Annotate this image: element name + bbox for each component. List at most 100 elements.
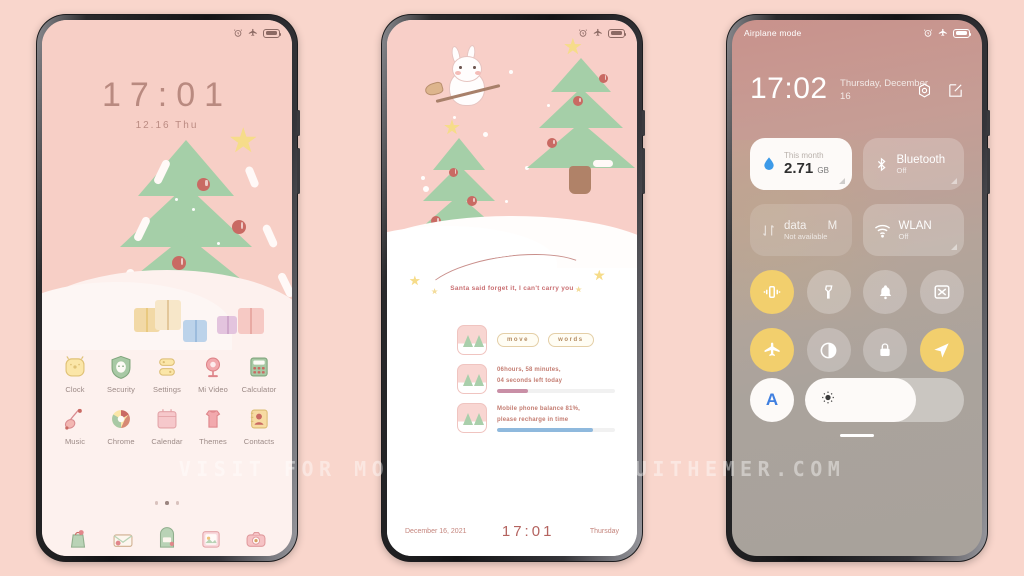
airplane-icon: [764, 342, 780, 356]
ringer-toggle[interactable]: [863, 270, 908, 314]
screenshot-toggle[interactable]: [919, 270, 964, 314]
themes-icon: [200, 406, 226, 432]
alarm-icon: [923, 29, 933, 37]
brightness-slider[interactable]: [805, 378, 964, 422]
bell-icon: [879, 284, 891, 299]
widget-stack: move words 06hours, 58 minutes, 04 secon…: [457, 325, 619, 433]
app-calculator[interactable]: Calculator: [236, 354, 282, 394]
app-themes[interactable]: Themes: [190, 406, 236, 446]
data-arrows-icon: [763, 224, 774, 236]
page-indicator: [42, 501, 292, 505]
app-label: Music: [64, 437, 86, 446]
pill-move[interactable]: move: [497, 333, 540, 347]
screenshot-root: ★ 17:01 12.16 Thu Clock Security Setting…: [0, 0, 1024, 576]
calculator-icon: [246, 354, 272, 380]
phone3-status-bar: Airplane mode: [732, 20, 982, 46]
tiles-row-1: This month 2.71 GB Bluetooth Off: [750, 138, 964, 190]
countdown-line-2: 04 seconds left today: [497, 377, 563, 384]
expand-corner-icon[interactable]: [951, 178, 957, 184]
files-icon: [153, 525, 181, 553]
widget-thumbnail: [457, 364, 487, 394]
vibrate-icon: [763, 286, 781, 298]
app-settings[interactable]: Settings: [144, 354, 190, 394]
mobile-data-title: data: [784, 219, 807, 232]
gift-box: [238, 308, 264, 334]
app-contacts[interactable]: Contacts: [236, 406, 282, 446]
location-toggle[interactable]: [919, 328, 964, 372]
airplane-icon: [248, 28, 257, 36]
dock-camera[interactable]: [242, 525, 270, 553]
gift-box: [155, 300, 181, 330]
broom-head-icon: [423, 80, 445, 98]
app-label: Themes: [199, 437, 227, 446]
wlan-tile[interactable]: WLAN Off: [862, 204, 964, 256]
calendar-icon: [154, 406, 180, 432]
wlan-title: WLAN: [898, 219, 932, 232]
dock-files[interactable]: [153, 525, 181, 553]
phone-device-2: ★ ★ ★ ★ ★ ★ Santa said forget it, I can'…: [381, 14, 645, 562]
bluetooth-tile[interactable]: Bluetooth Off: [862, 138, 964, 190]
gallery-bag-icon: [64, 525, 92, 553]
app-label: Settings: [153, 385, 181, 394]
app-label: Chrome: [107, 437, 135, 446]
dock-photos[interactable]: [197, 525, 225, 553]
widget-thumbnail: [457, 403, 487, 433]
photos-icon: [197, 525, 225, 553]
drag-handle[interactable]: [732, 434, 982, 437]
app-chrome[interactable]: Chrome: [98, 406, 144, 446]
wifi-icon: [874, 224, 890, 238]
battery-icon: [953, 28, 971, 38]
wlan-state: Off: [898, 231, 909, 241]
airplane-toggle[interactable]: [750, 328, 794, 372]
music-icon: [62, 406, 88, 432]
battery-icon: [263, 28, 281, 38]
battery-icon: [608, 28, 626, 38]
security-icon: [108, 354, 134, 380]
edit-icon[interactable]: [947, 82, 964, 104]
settings-gear-icon[interactable]: [916, 82, 933, 104]
vibrate-toggle[interactable]: [750, 270, 794, 314]
camera-icon: [242, 525, 270, 553]
app-label: Calculator: [241, 385, 277, 394]
phone2-status-bar: [387, 20, 637, 46]
countdown-line-1: 06hours, 58 minutes,: [497, 367, 561, 373]
dock-gallery-bag[interactable]: [64, 525, 92, 553]
expand-corner-icon[interactable]: [838, 178, 845, 184]
expand-corner-icon[interactable]: [951, 244, 957, 250]
flashlight-toggle[interactable]: [806, 270, 851, 314]
footer-day: Thursday: [589, 528, 619, 535]
quick-toggles: [750, 270, 964, 372]
dark-mode-toggle[interactable]: [806, 328, 851, 372]
app-label: Security: [107, 385, 135, 394]
page-dot-3[interactable]: [175, 501, 180, 505]
widget-balance[interactable]: Mobile phone balance 81%, please recharg…: [457, 403, 619, 433]
page-dot-1[interactable]: [154, 501, 159, 505]
app-calendar[interactable]: Calendar: [144, 406, 190, 446]
app-label: Calendar: [151, 437, 183, 446]
footer-date: December 16, 2021: [405, 528, 467, 535]
phone1-status-bar: [42, 20, 292, 46]
auto-brightness-button[interactable]: A: [750, 378, 794, 422]
app-mi-video[interactable]: Mi Video: [190, 354, 236, 394]
phone-device-1: ★ 17:01 12.16 Thu Clock Security Setting…: [36, 14, 300, 562]
flashlight-icon: [824, 285, 833, 299]
clock-icon: [62, 354, 88, 380]
brightness-row: A: [750, 378, 964, 422]
settings-icon: [154, 354, 180, 380]
phone2-footer: December 16, 2021 17:01 Thursday: [387, 523, 637, 540]
mobile-data-tile[interactable]: data M Not available: [750, 204, 852, 256]
page-dot-2[interactable]: [165, 501, 169, 505]
dock-mail[interactable]: [109, 525, 137, 553]
data-usage-tile[interactable]: This month 2.71 GB: [750, 138, 852, 190]
airplane-mode-label: Airplane mode: [744, 28, 802, 38]
balance-line-2: please recharge in time: [497, 416, 569, 423]
dock: [42, 525, 292, 553]
lock-toggle[interactable]: [863, 328, 908, 372]
app-clock[interactable]: Clock: [52, 354, 98, 394]
widget-countdown[interactable]: 06hours, 58 minutes, 04 seconds left tod…: [457, 364, 619, 394]
app-music[interactable]: Music: [52, 406, 98, 446]
app-security[interactable]: Security: [98, 354, 144, 394]
pill-words[interactable]: words: [548, 333, 594, 347]
widget-shortcuts[interactable]: move words: [457, 325, 619, 355]
wallpaper-bunny-trees: ★ ★: [387, 20, 637, 270]
